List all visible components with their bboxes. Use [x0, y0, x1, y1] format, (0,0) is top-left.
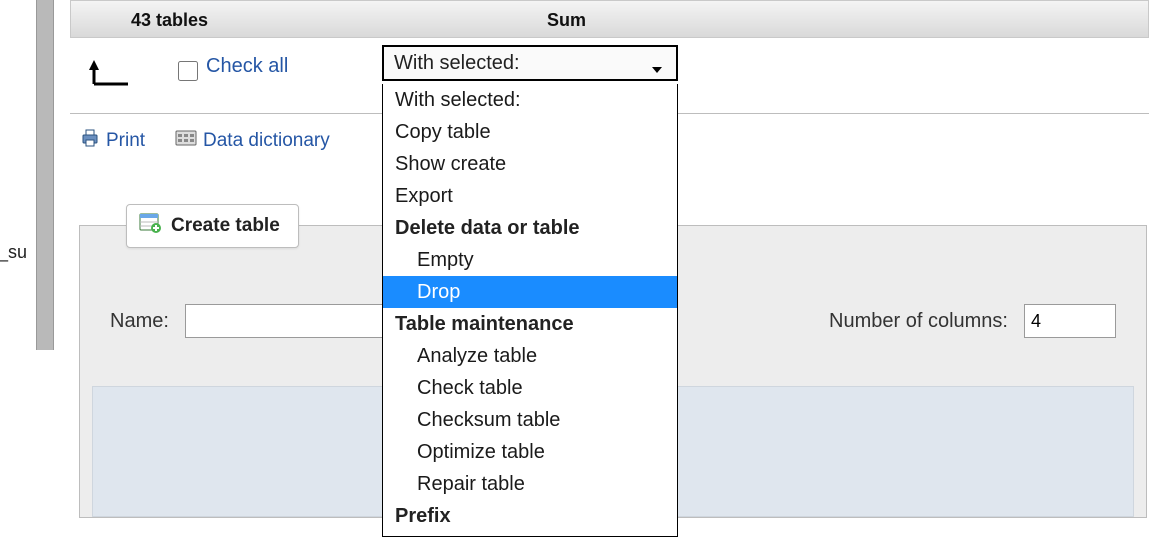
option-show-create[interactable]: Show create	[383, 148, 677, 180]
summary-tables-count: 43 tables	[131, 1, 208, 39]
print-label: Print	[106, 130, 145, 152]
option-with-selected[interactable]: With selected:	[383, 84, 677, 116]
with-selected-listbox[interactable]: With selected: Copy table Show create Ex…	[382, 84, 678, 537]
check-all-label[interactable]: Check all	[206, 55, 288, 78]
chevron-down-icon	[650, 55, 664, 87]
new-table-icon	[139, 213, 161, 239]
columns-count-input[interactable]	[1024, 304, 1116, 338]
option-empty[interactable]: Empty	[383, 244, 677, 276]
create-table-legend[interactable]: Create table	[126, 204, 299, 248]
sidebar-scrollbar[interactable]	[36, 0, 54, 350]
with-selected-value: With selected:	[394, 52, 520, 74]
table-summary-header: 43 tables Sum	[70, 0, 1149, 38]
name-label: Name:	[110, 310, 169, 333]
option-drop[interactable]: Drop	[383, 276, 677, 308]
option-repair[interactable]: Repair table	[383, 468, 677, 500]
option-checksum[interactable]: Checksum table	[383, 404, 677, 436]
select-all-arrow-icon	[88, 58, 134, 88]
create-table-legend-text: Create table	[171, 215, 280, 237]
printer-icon	[80, 128, 100, 154]
optgroup-prefix: Prefix	[383, 500, 677, 532]
data-dictionary-link[interactable]: Data dictionary	[175, 128, 330, 154]
option-check[interactable]: Check table	[383, 372, 677, 404]
sidebar-fragment-text: _su	[0, 242, 27, 263]
option-analyze[interactable]: Analyze table	[383, 340, 677, 372]
summary-sum-label: Sum	[547, 1, 586, 39]
columns-label: Number of columns:	[829, 310, 1008, 333]
check-all-checkbox[interactable]	[178, 61, 198, 81]
with-selected-dropdown[interactable]: With selected:	[382, 45, 678, 81]
data-dictionary-icon	[175, 128, 197, 154]
option-optimize[interactable]: Optimize table	[383, 436, 677, 468]
optgroup-delete: Delete data or table	[383, 212, 677, 244]
print-link[interactable]: Print	[80, 128, 145, 154]
optgroup-maintenance: Table maintenance	[383, 308, 677, 340]
data-dictionary-label: Data dictionary	[203, 130, 330, 152]
option-export[interactable]: Export	[383, 180, 677, 212]
option-copy-table[interactable]: Copy table	[383, 116, 677, 148]
